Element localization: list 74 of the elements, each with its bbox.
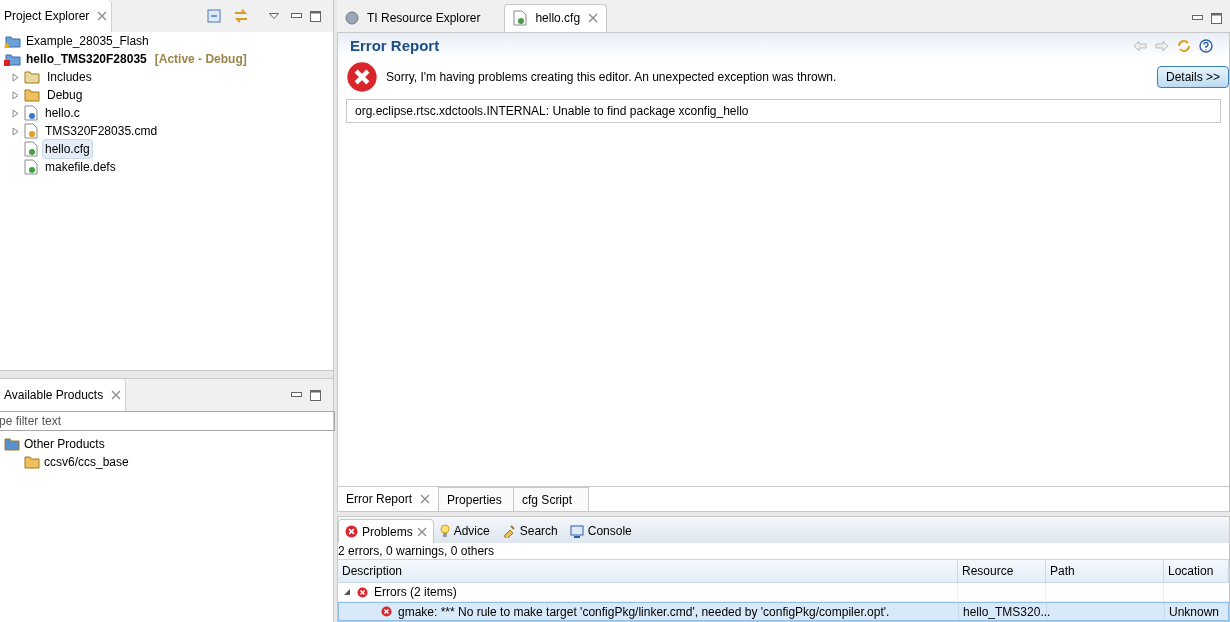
- view-tab[interactable]: Advice: [433, 519, 496, 543]
- error-icon: [346, 60, 378, 93]
- form-title: Error Report: [350, 35, 440, 56]
- config-file-icon: [513, 10, 528, 27]
- tree-item[interactable]: hello.c: [42, 103, 83, 123]
- error-icon: [381, 606, 392, 617]
- package-folder-icon: [24, 455, 40, 469]
- error-message: Sorry, I'm having problems creating this editor. An unexpected exception was thrown.: [386, 68, 838, 86]
- minimize-icon[interactable]: [291, 13, 302, 19]
- filter-field[interactable]: pe filter text: [0, 411, 335, 431]
- lightbulb-icon: [439, 524, 450, 538]
- maximize-icon[interactable]: [310, 389, 321, 401]
- c-file-icon: [24, 105, 38, 121]
- tree-item[interactable]: Other Products: [24, 435, 105, 453]
- project-item[interactable]: Example_28035_Flash: [26, 32, 149, 50]
- error-icon: [345, 525, 358, 538]
- tree-item[interactable]: hello.cfg: [42, 139, 93, 159]
- editor-tab[interactable]: hello.cfg: [504, 3, 608, 32]
- tree-item[interactable]: TMS320F28035.cmd: [42, 121, 161, 141]
- collapse-arrow-icon[interactable]: [344, 588, 351, 596]
- tree-item[interactable]: ccsv6/ccs_base: [44, 453, 129, 471]
- library-icon: [24, 70, 40, 84]
- editor-page-tab[interactable]: cfg Script: [514, 487, 590, 511]
- file-icon: [24, 123, 38, 139]
- flashlight-icon: [501, 524, 516, 538]
- column-header[interactable]: Resource: [958, 560, 1046, 582]
- view-tab[interactable]: Search: [495, 519, 564, 543]
- close-icon[interactable]: [111, 390, 122, 400]
- table-cell-text: Unknown: [1169, 603, 1220, 621]
- close-icon[interactable]: [416, 526, 427, 537]
- exception-message: org.eclipse.rtsc.xdctools.INTERNAL: Unable to find package xconfig_hello: [355, 102, 749, 120]
- details-button[interactable]: Details >>: [1156, 65, 1229, 88]
- refresh-icon[interactable]: [1177, 38, 1191, 53]
- project-item[interactable]: hello_TMS320F28035: [26, 50, 147, 68]
- error-icon: [357, 586, 368, 598]
- editor-tab[interactable]: TI Resource Explorer: [337, 3, 489, 32]
- console-icon: [569, 524, 584, 538]
- problems-summary: 2 errors, 0 warnings, 0 others: [338, 543, 496, 559]
- close-icon[interactable]: [588, 13, 599, 24]
- tree-item[interactable]: Includes: [44, 67, 95, 87]
- maximize-icon[interactable]: [1211, 12, 1222, 24]
- collapse-all-icon[interactable]: [207, 9, 221, 23]
- column-header[interactable]: Location: [1164, 560, 1229, 582]
- folder-icon: [24, 88, 40, 102]
- editor-page-tab[interactable]: Properties: [439, 487, 515, 511]
- file-icon: [24, 159, 38, 175]
- config-file-icon: [24, 141, 38, 157]
- help-icon[interactable]: [1199, 38, 1213, 53]
- view-menu-icon[interactable]: [269, 13, 279, 19]
- view-tab[interactable]: Available Products: [0, 379, 127, 411]
- project-status: [Active - Debug]: [154, 51, 247, 68]
- project-icon: [4, 33, 22, 49]
- view-tab[interactable]: Console: [563, 519, 638, 543]
- table-cell-text: gmake: *** No rule to make target 'configPkg/linker.cmd', needed by 'configPkg/compiler.opt'.: [398, 603, 890, 621]
- column-header[interactable]: Path: [1046, 560, 1164, 582]
- group-label[interactable]: Errors (2 items): [374, 583, 457, 601]
- minimize-icon[interactable]: [291, 392, 302, 398]
- problem-row[interactable]: gmake: *** No rule to make target 'configPkg/linker.cmd', needed by 'configPkg/compiler.opt'. hello_TMS320... Unknown: [338, 602, 1229, 621]
- tree-item[interactable]: Debug: [44, 85, 86, 105]
- view-tab[interactable]: Project Explorer: [0, 0, 113, 32]
- minimize-icon[interactable]: [1192, 15, 1203, 22]
- forward-arrow-icon[interactable]: [1155, 39, 1169, 52]
- link-arrows-icon[interactable]: [233, 9, 249, 23]
- column-header[interactable]: Description: [338, 560, 958, 582]
- globe-icon: [345, 10, 359, 25]
- project-icon: [4, 51, 22, 67]
- open-folder-icon: [4, 437, 20, 451]
- view-tab[interactable]: Problems: [338, 519, 434, 543]
- close-icon[interactable]: [420, 494, 431, 505]
- table-cell-text: hello_TMS320...: [963, 603, 1051, 621]
- close-icon[interactable]: [97, 11, 108, 21]
- tree-item[interactable]: makefile.defs: [42, 157, 119, 177]
- maximize-icon[interactable]: [310, 10, 321, 22]
- back-arrow-icon[interactable]: [1133, 39, 1147, 52]
